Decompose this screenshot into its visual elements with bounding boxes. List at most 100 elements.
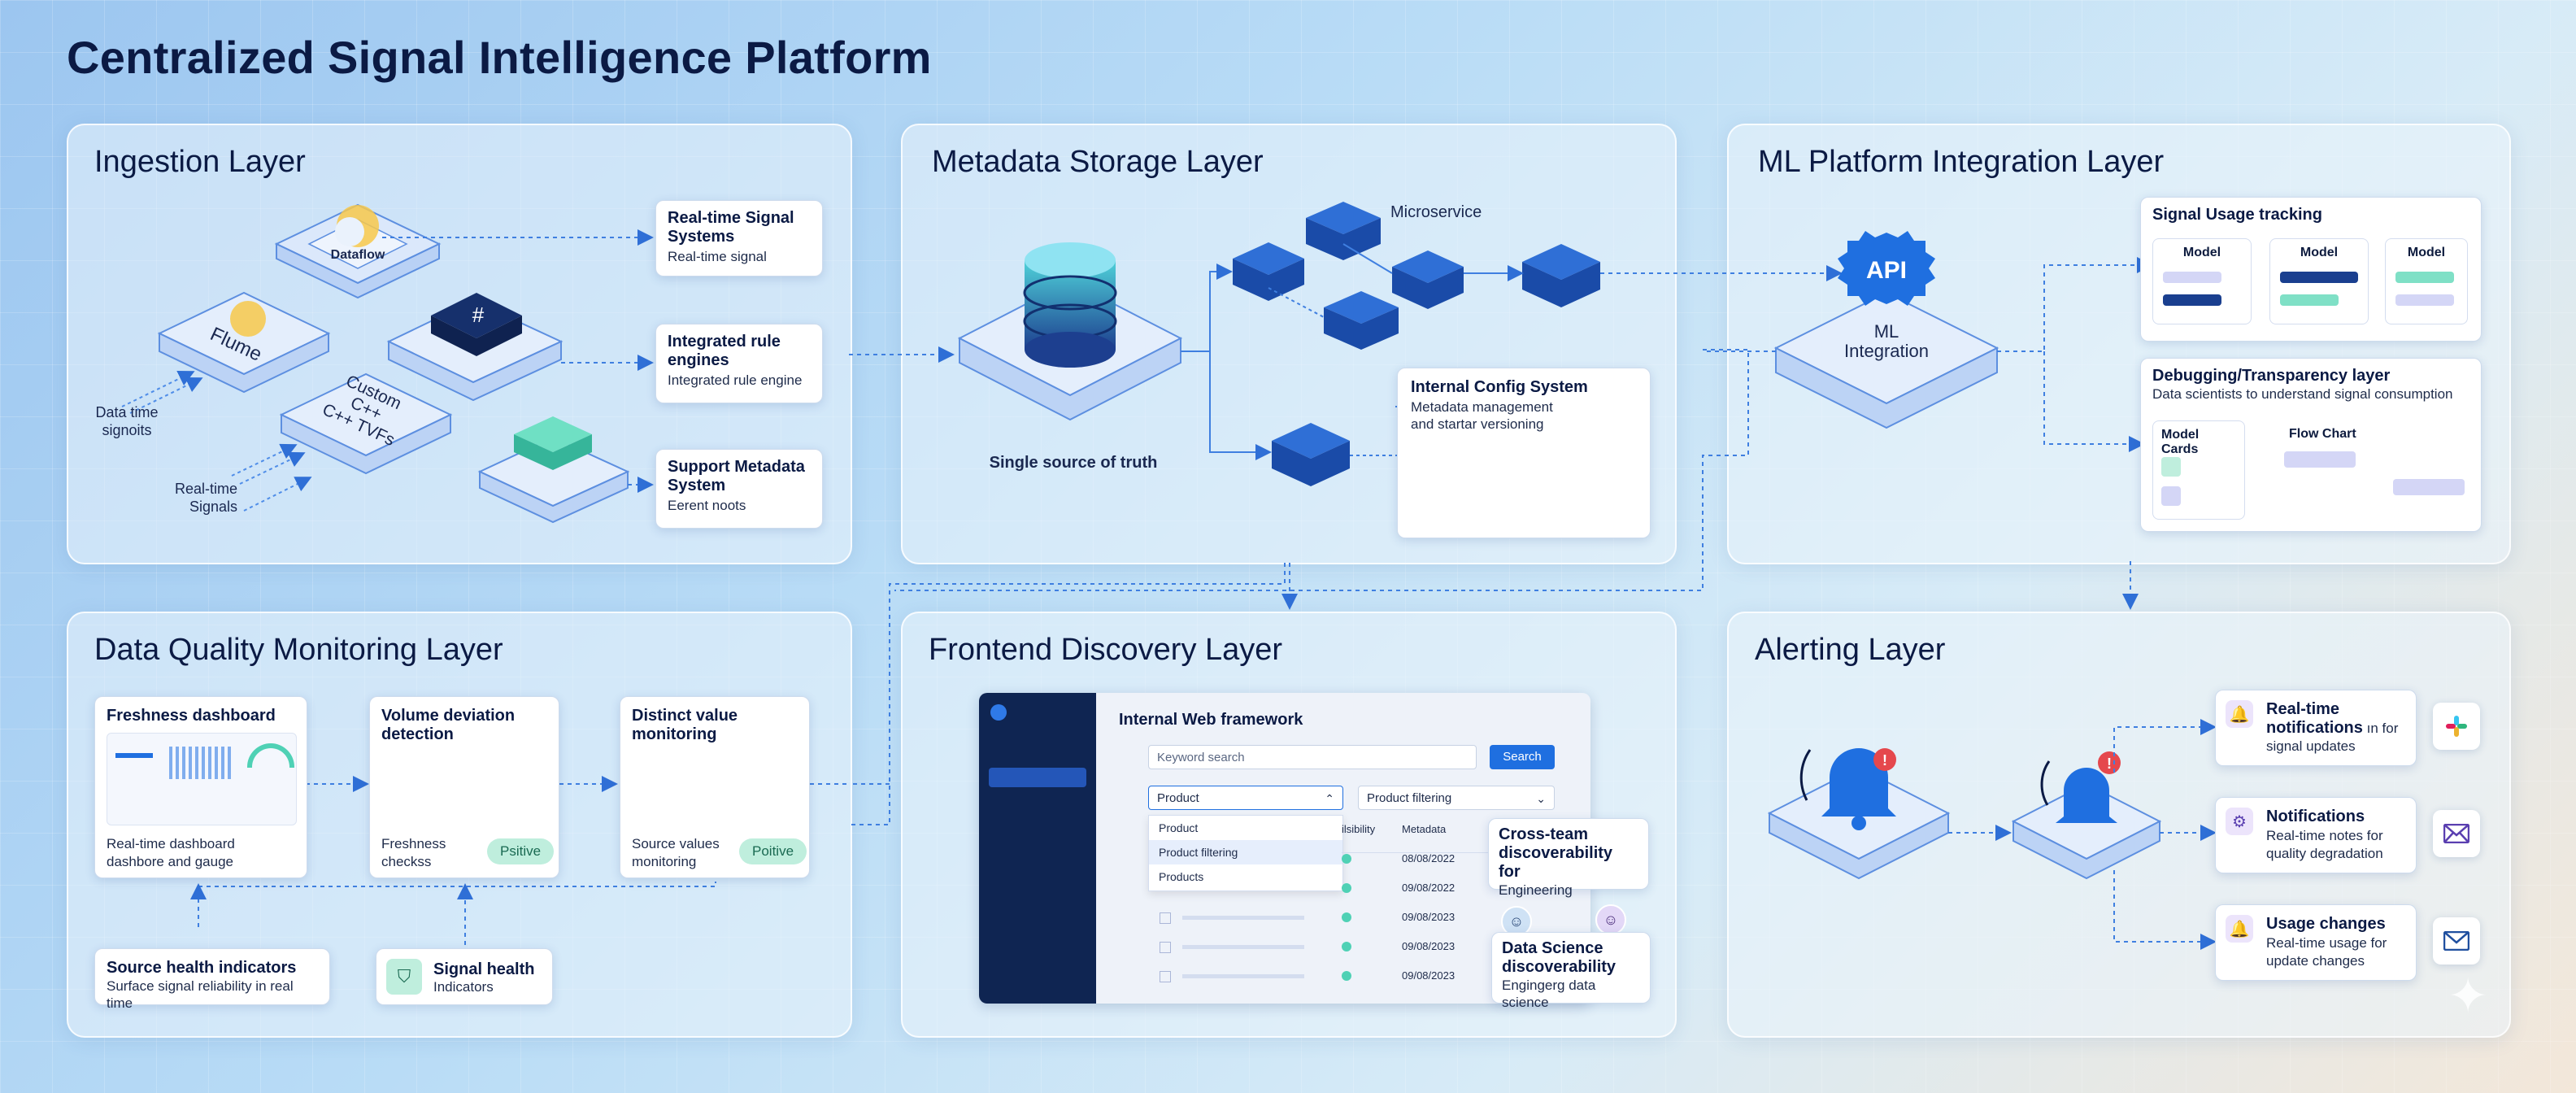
support-metadata-card[interactable]: Support Metadata System Eerent noots [655,449,823,529]
datasci-sub: Engingerg data science [1502,978,1596,1010]
volume-deviation-card[interactable]: Volume deviation detection Freshness che… [369,696,559,878]
signal-usage-title: Signal Usage tracking [2152,206,2322,224]
chevron-up-icon: ⌃ [1325,792,1334,805]
signoits-text: signoits [102,422,152,438]
signal-health-card[interactable]: ⛉ Signal health Indicators [376,948,553,1005]
usage-bar [2280,294,2339,306]
usage-model-3: Model [2385,238,2468,324]
usage-bar [2163,294,2221,306]
status-check-icon [1342,854,1351,864]
database-platform [957,242,1183,421]
model-card-row [2161,457,2181,477]
crossteam-sub: Engineering [1499,882,1573,898]
realtime-notif-title-1: Real-time [2266,700,2340,718]
usage-changes-sub-1: Real-time usage for [2266,935,2387,951]
crossteam-title-1: Cross-team [1499,825,1589,843]
usage-changes-card[interactable]: 🔔 Usage changes Real-time usage for upda… [2215,904,2417,981]
usage-model-1: Model [2152,238,2252,324]
signal-usage-card[interactable]: Signal Usage tracking Model Model Model [2140,197,2482,342]
volume-sub-2: checkss [381,854,432,869]
slack-icon [2433,703,2480,750]
internal-config-card[interactable]: Internal Config System Metadata manageme… [1397,368,1651,538]
microservice-label: Microservice [1390,203,1482,221]
signal-health-sub: Indicators [433,979,494,995]
distinct-sub-1: Source values [632,836,720,851]
keyword-search-input[interactable]: Keyword search [1148,745,1477,769]
usage-model-3-label: Model [2407,246,2446,259]
realtime-signal-title: Real-time Signal Systems [668,209,794,246]
usage-bar [2163,272,2221,283]
search-button[interactable]: Search [1490,745,1555,769]
table-cell-date: 09/08/2023 [1402,911,1456,923]
metadata-support-platform [477,416,630,524]
shield-icon: ⛉ [386,959,422,995]
volume-sub-1: Freshness [381,836,446,851]
table-row [1160,942,1171,953]
product-dropdown[interactable]: Product ⌃ [1148,786,1343,810]
chevron-down-icon: ⌄ [1536,792,1546,805]
realtime-notifications-card[interactable]: 🔔 Real-time notifications ın for signal … [2215,690,2417,766]
table-row [1160,971,1171,982]
internal-config-title: Internal Config System [1411,378,1588,396]
freshness-dashboard-card[interactable]: Freshness dashboard Real-time dashboard … [94,696,307,878]
usage-model-2-label: Model [2300,246,2339,259]
quality-notifications-card[interactable]: ⚙ Notifications Real-time notes for qual… [2215,797,2417,873]
support-metadata-title: Support Metadata System [668,458,805,494]
crossteam-discoverability-card[interactable]: Cross-team discoverability for Engineeri… [1488,818,1649,898]
email-icon [2433,917,2480,965]
product-filtering-dropdown[interactable]: Product filtering ⌄ [1358,786,1555,810]
alert-bell-platform-2 [2011,751,2162,880]
dropdown-option[interactable]: Product [1149,816,1342,840]
distinct-title-2: monitoring [632,725,717,743]
placeholder-bar [1182,945,1304,949]
model-card-row [2161,486,2181,506]
config-sub-2: and startar versioning [1411,416,1544,432]
gear-icon: ⚙ [2226,808,2253,835]
table-cell-date: 09/08/2022 [1402,882,1456,894]
single-source-label: Single source of truth [989,454,1158,472]
table-cell-date: 09/08/2023 [1402,940,1456,952]
datasci-title-2: discoverability [1502,958,1617,976]
rule-engines-card[interactable]: Integrated rule engines Integrated rule … [655,324,823,403]
ml-integration-label: ML Integration [1813,322,1960,361]
status-check-icon [1342,942,1351,951]
app-sidebar [979,693,1096,1004]
realtime-notif-title-2: notifications [2266,719,2363,737]
status-check-icon [1342,883,1351,893]
rule-engines-title: Integrated rule engines [668,333,781,369]
dashboard-bar [115,753,153,758]
datasci-title-1: Data Science [1502,939,1603,957]
table-cell-date: 09/08/2023 [1402,969,1456,982]
quality-notif-sub-2: quality degradation [2266,846,2383,861]
column-visibility: ilsibility [1342,823,1376,835]
dropdown-option[interactable]: Products [1149,864,1342,889]
usage-changes-sub-2: update changes [2266,953,2365,969]
dataflow-label: Dataflow [330,248,385,262]
realtime-notif-title-line: notifications ın for [2266,719,2398,738]
source-health-card[interactable]: Source health indicators Surface signal … [94,948,330,1011]
email-icon [2433,810,2480,857]
realtime-signal-card[interactable]: Real-time Signal Systems Real-time signa… [655,200,823,277]
placeholder-bar [1182,974,1304,978]
table-cell-date: 08/08/2022 [1402,852,1456,864]
data-time-text: Data time [95,404,159,420]
usage-model-1-label: Model [2182,246,2221,259]
debugging-card[interactable]: Debugging/Transparency layer Data scient… [2140,358,2482,532]
framework-title: Internal Web framework [1119,711,1303,729]
realtime-notif-title-suffix: ın for [2362,721,2399,736]
datascience-discoverability-card[interactable]: Data Science discoverability Engingerg d… [1491,932,1651,1010]
usage-bar [2280,272,2358,283]
support-metadata-sub: Eerent noots [668,498,746,513]
dropdown-option[interactable]: Product filtering [1149,840,1342,864]
usage-changes-title: Usage changes [2266,915,2386,933]
table-row [1160,912,1171,924]
flow-chart-node [2284,451,2356,468]
source-health-title: Source health indicators [107,959,297,977]
distinct-value-card[interactable]: Distinct value monitoring Source values … [620,696,810,878]
distinct-title-1: Distinct value [632,707,738,725]
signals-text: Signals [189,499,237,515]
status-check-icon [1342,971,1351,981]
sidebar-item-active[interactable] [989,768,1086,787]
volume-status-pill: Psitive [487,838,555,864]
sparkle-icon: ✦ [2448,969,2489,1023]
